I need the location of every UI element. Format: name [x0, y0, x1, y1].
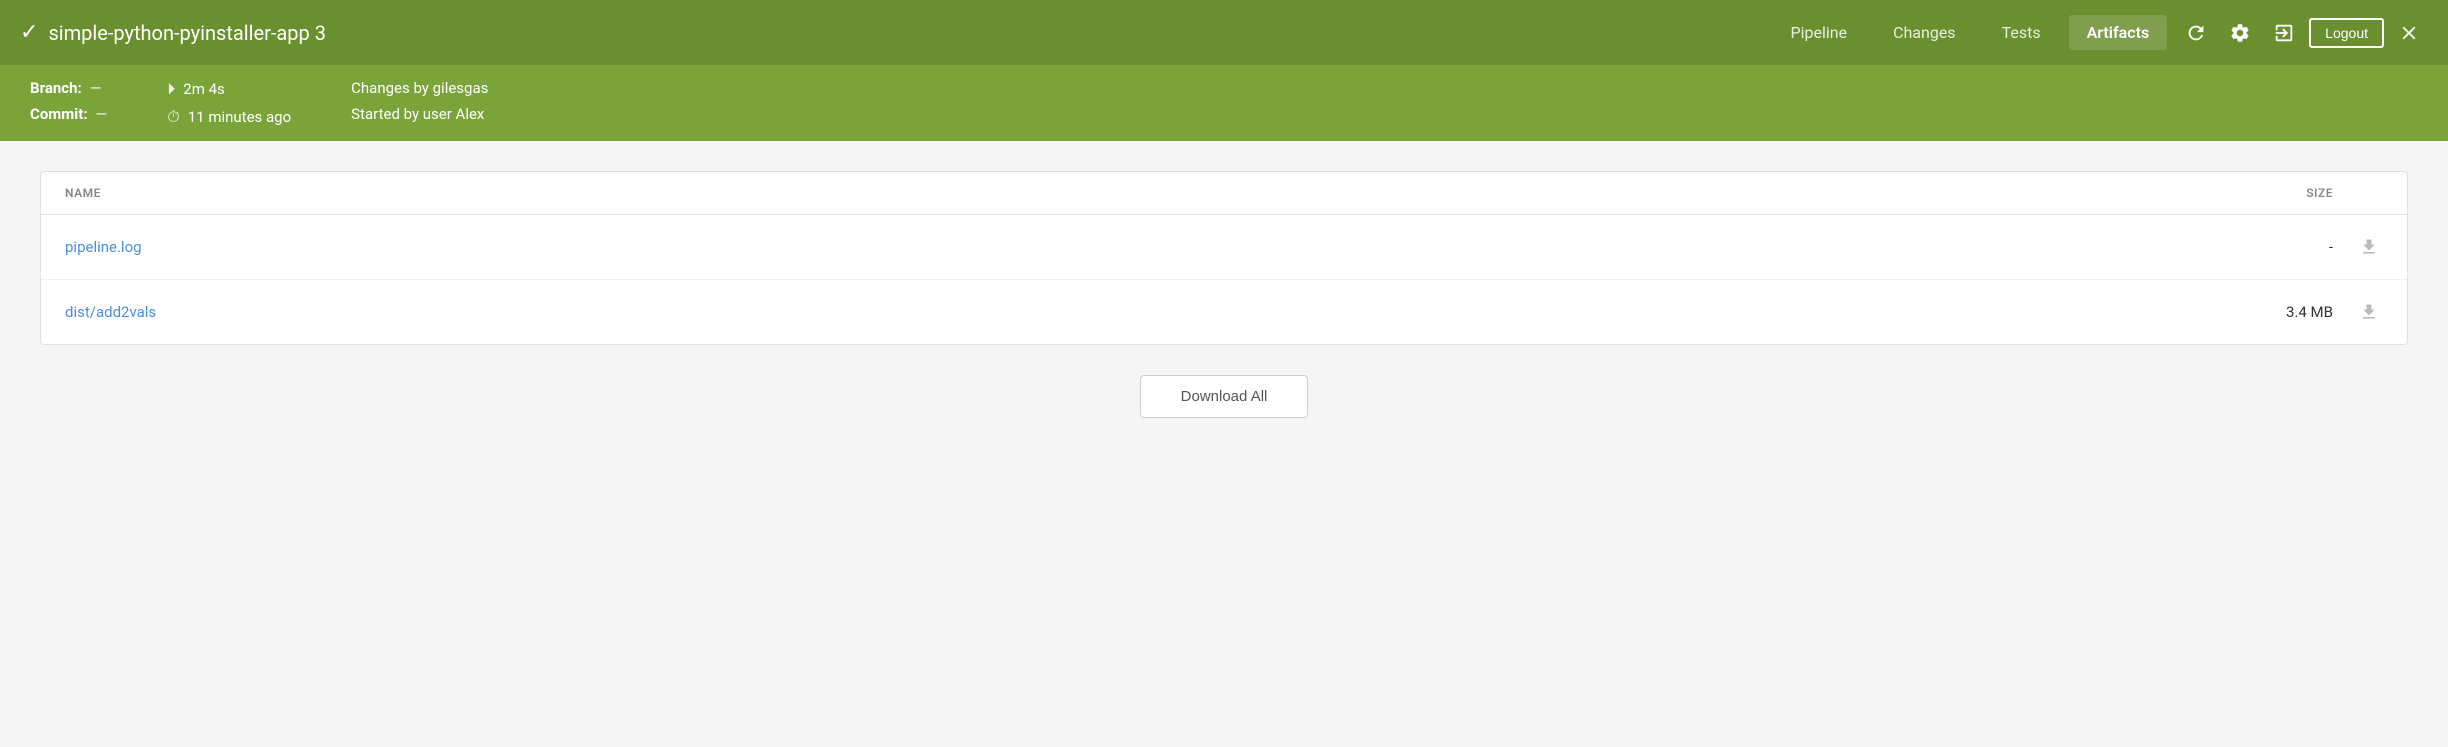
col-size-header: SIZE: [2183, 186, 2383, 200]
duration-row: ⏵ 2m 4s: [167, 79, 291, 99]
changes-by-value: Changes by gilesgas: [351, 79, 488, 97]
artifact-download-dist-add2vals: [2333, 298, 2383, 326]
navbar: ✓ simple-python-pyinstaller-app 3 Pipeli…: [0, 0, 2448, 65]
signout-icon-button[interactable]: [2265, 16, 2303, 50]
duration-value: 2m 4s: [183, 80, 224, 98]
branch-label: Branch:: [30, 79, 82, 97]
check-icon: ✓: [20, 20, 38, 45]
artifact-name-dist-add2vals[interactable]: dist/add2vals: [65, 303, 2183, 321]
table-header: NAME SIZE: [41, 172, 2407, 215]
time-ago-row: ⏱ 11 minutes ago: [167, 107, 291, 127]
changes-by-row: Changes by gilesgas: [351, 79, 488, 97]
time-ago-value: 11 minutes ago: [188, 108, 291, 126]
download-icon: [2359, 237, 2379, 257]
artifact-name-pipeline-log[interactable]: pipeline.log: [65, 238, 2183, 256]
artifact-size-dist-add2vals: 3.4 MB: [2183, 303, 2333, 321]
artifacts-table: NAME SIZE pipeline.log - dist/add2vals 3…: [40, 171, 2408, 345]
app-title-text: simple-python-pyinstaller-app 3: [48, 21, 326, 45]
table-row: dist/add2vals 3.4 MB: [41, 280, 2407, 344]
refresh-button[interactable]: [2177, 16, 2215, 50]
started-by-value: Started by user Alex: [351, 105, 484, 123]
commit-value: —: [96, 105, 108, 123]
download-all-button[interactable]: Download All: [1140, 375, 1309, 418]
artifact-download-pipeline-log: [2333, 233, 2383, 261]
navbar-actions: Logout: [2177, 16, 2428, 50]
branch-row: Branch: —: [30, 79, 107, 97]
refresh-icon: [2185, 22, 2207, 44]
gear-icon: [2229, 22, 2251, 44]
download-all-container: Download All: [40, 375, 2408, 418]
exit-icon: [2273, 22, 2295, 44]
table-row: pipeline.log -: [41, 215, 2407, 280]
nav-pipeline[interactable]: Pipeline: [1773, 15, 1866, 50]
user-col: Changes by gilesgas Started by user Alex: [351, 79, 488, 123]
commit-row: Commit: —: [30, 105, 107, 123]
artifact-size-pipeline-log: -: [2183, 238, 2333, 256]
clock-icon: ⏱: [167, 107, 179, 127]
nav-tests[interactable]: Tests: [1984, 15, 2059, 50]
nav-links: Pipeline Changes Tests Artifacts: [1773, 15, 2168, 50]
close-button[interactable]: [2390, 16, 2428, 50]
close-icon: [2398, 22, 2420, 44]
commit-label: Commit:: [30, 105, 88, 123]
download-pipeline-log-button[interactable]: [2355, 233, 2383, 261]
download-icon: [2359, 302, 2379, 322]
nav-changes[interactable]: Changes: [1875, 15, 1974, 50]
subheader: Branch: — Commit: — ⏵ 2m 4s ⏱ 11 minutes…: [0, 65, 2448, 141]
play-icon: ⏵: [167, 79, 175, 99]
download-dist-add2vals-button[interactable]: [2355, 298, 2383, 326]
branch-commit-col: Branch: — Commit: —: [30, 79, 107, 123]
settings-button[interactable]: [2221, 16, 2259, 50]
logout-button[interactable]: Logout: [2309, 18, 2384, 48]
timing-col: ⏵ 2m 4s ⏱ 11 minutes ago: [167, 79, 291, 127]
branch-value: —: [90, 79, 102, 97]
nav-artifacts[interactable]: Artifacts: [2069, 15, 2168, 50]
started-by-row: Started by user Alex: [351, 105, 488, 123]
main-content: NAME SIZE pipeline.log - dist/add2vals 3…: [0, 141, 2448, 743]
app-title: ✓ simple-python-pyinstaller-app 3: [20, 20, 1773, 45]
col-name-header: NAME: [65, 186, 2183, 200]
